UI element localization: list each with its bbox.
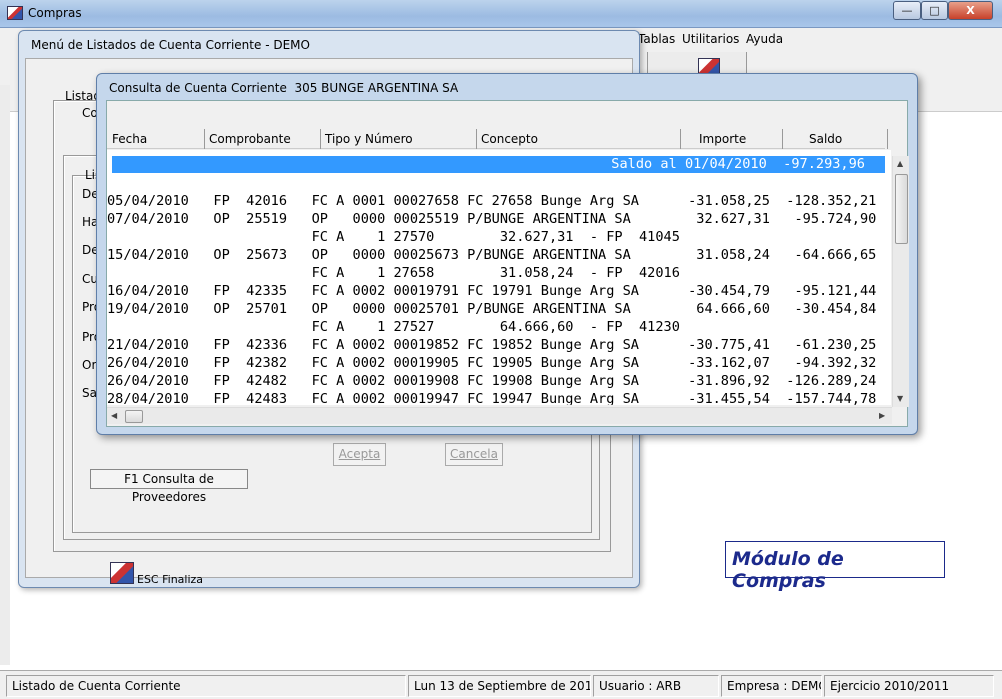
cancel-button[interactable]: Cancela [445,443,503,466]
menu-tablas[interactable]: Tablas [638,32,675,46]
field-label: Sa [82,386,97,400]
minimize-button[interactable]: — [893,1,921,20]
status-screen: Listado de Cuenta Corriente [6,675,406,697]
column-divider[interactable] [782,129,783,149]
status-date: Lun 13 de Septiembre de 2010 [408,675,591,697]
consulta-window-title: Consulta de Cuenta Corriente 305 BUNGE A… [109,81,459,95]
column-concepto[interactable]: Concepto [481,132,538,146]
movements-grid[interactable]: Saldo al 01/04/2010 -97.293,96 05/04/201… [107,150,891,405]
accept-button[interactable]: Acepta [333,443,386,466]
table-row[interactable]: 19/04/2010 OP 25701 OP 0000 00025701 P/B… [107,300,876,318]
saldo-row[interactable]: Saldo al 01/04/2010 -97.293,96 [112,156,885,173]
vertical-scroll-thumb[interactable] [895,174,908,244]
horizontal-scrollbar[interactable]: ◀ ▶ [107,407,892,424]
left-strip [0,85,10,665]
main-window-title: Compras [28,6,82,20]
table-row[interactable]: FC A 1 27570 32.627,31 - FP 41045 [107,228,680,246]
vertical-scrollbar[interactable]: ▲ ▼ [892,156,909,407]
table-row[interactable]: 21/04/2010 FP 42336 FC A 0002 00019852 F… [107,336,876,354]
close-button[interactable]: X [948,1,993,20]
app-icon [7,6,23,20]
status-company: Empresa : DEMO [721,675,822,697]
status-bar: Listado de Cuenta Corriente Lun 13 de Se… [0,670,1002,699]
column-divider[interactable] [887,129,888,149]
status-period: Ejercicio 2010/2011 [824,675,994,697]
table-row[interactable]: 16/04/2010 FP 42335 FC A 0002 00019791 F… [107,282,876,300]
column-divider[interactable] [320,129,321,149]
column-divider[interactable] [680,129,681,149]
table-row[interactable]: 26/04/2010 FP 42482 FC A 0002 00019908 F… [107,372,876,390]
exit-label: ESC Finaliza [137,573,204,586]
table-row[interactable]: 28/04/2010 FP 42483 FC A 0002 00019947 F… [107,390,876,405]
status-user: Usuario : ARB [593,675,719,697]
column-tipo-numero[interactable]: Tipo y Número [325,132,413,146]
table-row[interactable]: 07/04/2010 OP 25519 OP 0000 00025519 P/B… [107,210,876,228]
main-title-bar: Compras — □ X [0,0,1002,28]
scroll-down-icon[interactable]: ▼ [897,394,903,403]
column-divider[interactable] [476,129,477,149]
table-row[interactable]: FC A 1 27658 31.058,24 - FP 42016 [107,264,680,282]
column-fecha[interactable]: Fecha [112,132,147,146]
table-row[interactable]: FC A 1 27527 64.666,60 - FP 41230 [107,318,680,336]
listados-window-title: Menú de Listados de Cuenta Corriente - D… [31,38,310,52]
table-row[interactable]: 05/04/2010 FP 42016 FC A 0001 00027658 F… [107,192,876,210]
scroll-up-icon[interactable]: ▲ [897,159,903,168]
column-importe[interactable]: Importe [699,132,746,146]
consulta-proveedores-button[interactable]: F1 Consulta de Proveedores [90,469,248,504]
table-row[interactable]: 26/04/2010 FP 42382 FC A 0002 00019905 F… [107,354,876,372]
scroll-left-icon[interactable]: ◀ [111,411,117,420]
module-label: Módulo de Compras [732,548,844,592]
maximize-button[interactable]: □ [921,1,948,20]
table-row[interactable]: 15/04/2010 OP 25673 OP 0000 00025673 P/B… [107,246,876,264]
scroll-right-icon[interactable]: ▶ [879,411,885,420]
menu-ayuda[interactable]: Ayuda [746,32,783,46]
column-saldo[interactable]: Saldo [809,132,842,146]
column-comprobante[interactable]: Comprobante [209,132,291,146]
horizontal-scroll-thumb[interactable] [125,410,143,423]
column-divider[interactable] [204,129,205,149]
column-header: Fecha Comprobante Tipo y Número Concepto… [107,129,888,149]
consulta-window: Consulta de Cuenta Corriente 305 BUNGE A… [96,73,918,435]
module-label-box: Módulo de Compras [725,541,945,592]
exit-icon[interactable] [110,562,134,584]
menu-utilitarios[interactable]: Utilitarios [682,32,739,46]
